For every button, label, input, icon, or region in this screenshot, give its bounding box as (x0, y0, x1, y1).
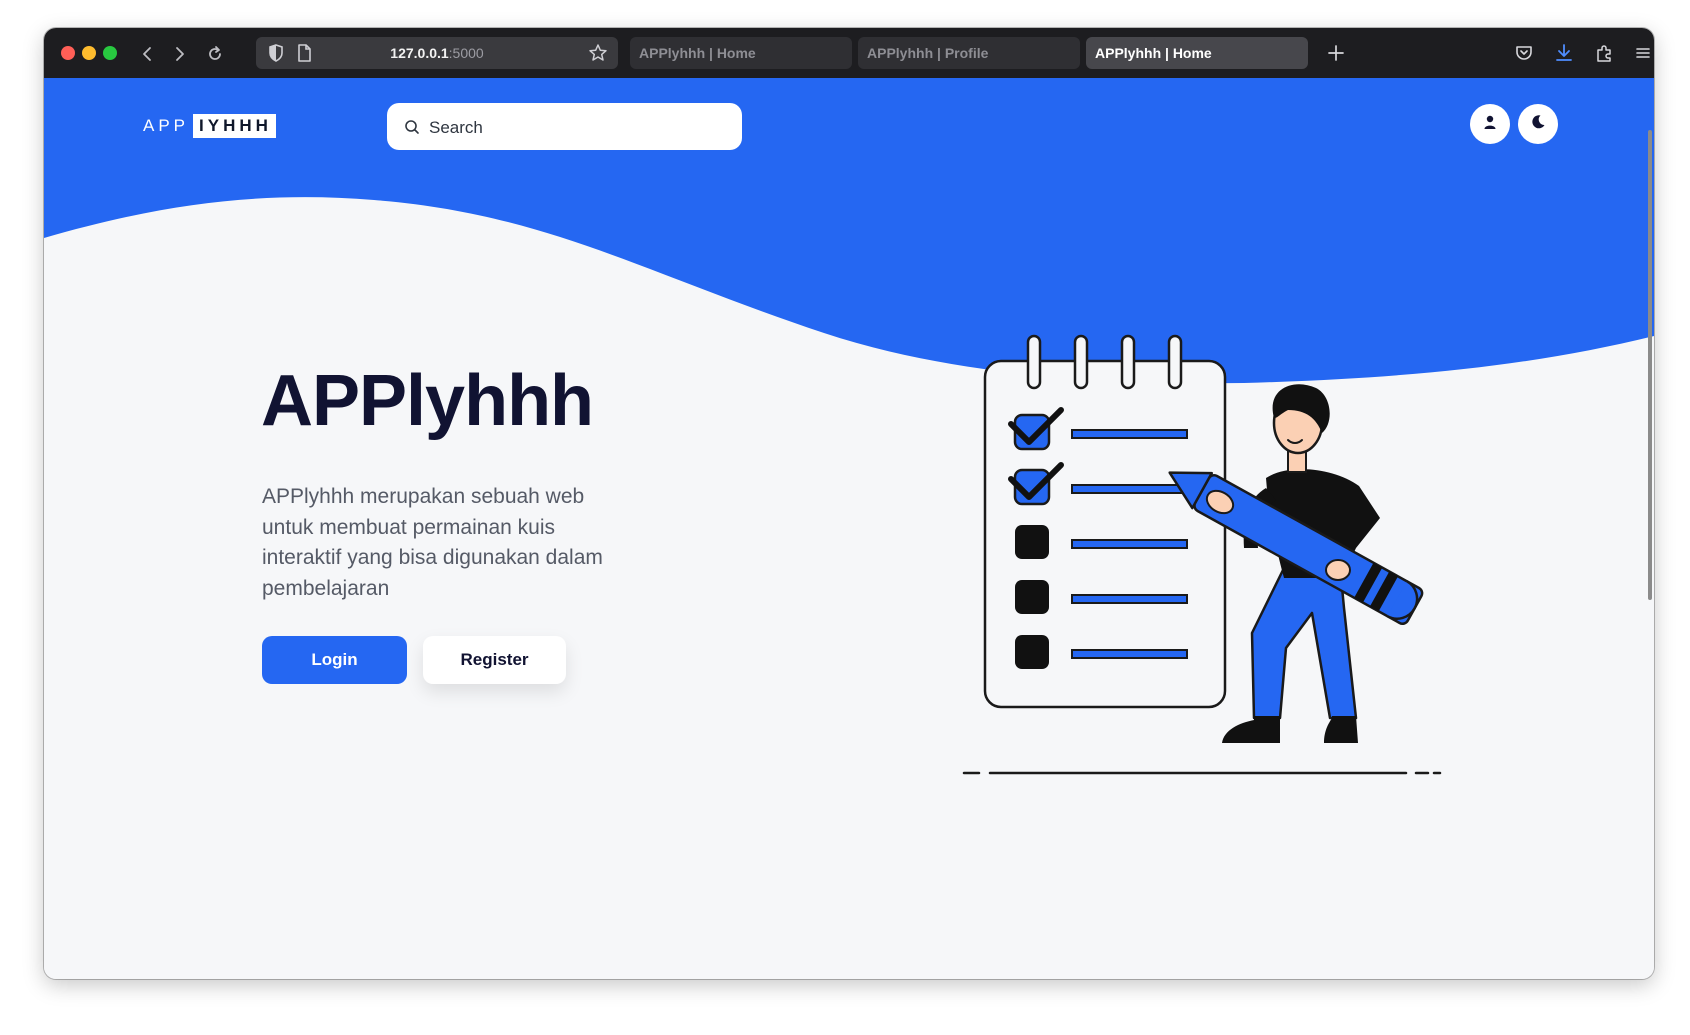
minimize-window-button[interactable] (82, 46, 96, 60)
tab-label: APPlyhhh | Home (1095, 45, 1212, 61)
page-scrollbar[interactable] (1648, 130, 1652, 600)
checklist-illustration (962, 334, 1442, 775)
tab-label: APPlyhhh | Profile (867, 45, 989, 61)
address-bar[interactable]: 127.0.0.1:5000 (256, 37, 618, 69)
extensions-icon[interactable] (1592, 41, 1616, 65)
url-port: :5000 (448, 45, 484, 61)
tab-profile[interactable]: APPlyhhh | Profile (858, 37, 1080, 69)
url-host: 127.0.0.1 (390, 45, 449, 61)
web-page: APP IYHHH APPlyhhh APPlyhhh merupakan se… (44, 78, 1654, 979)
url-text[interactable]: 127.0.0.1:5000 (256, 37, 618, 69)
tab-home-1[interactable]: APPlyhhh | Home (630, 37, 852, 69)
star-icon[interactable] (586, 41, 610, 65)
browser-window: 127.0.0.1:5000 APPlyhhh | Home APPlyhhh … (44, 28, 1654, 979)
new-tab-icon[interactable] (1324, 41, 1348, 65)
tab-label: APPlyhhh | Home (639, 45, 756, 61)
reload-icon[interactable] (202, 41, 228, 67)
zoom-window-button[interactable] (103, 46, 117, 60)
pocket-icon[interactable] (1512, 41, 1536, 65)
menu-icon[interactable] (1631, 41, 1654, 65)
close-window-button[interactable] (61, 46, 75, 60)
browser-toolbar: 127.0.0.1:5000 APPlyhhh | Home APPlyhhh … (44, 28, 1654, 78)
download-icon[interactable] (1552, 41, 1576, 65)
back-icon[interactable] (135, 41, 161, 67)
tab-home-active[interactable]: APPlyhhh | Home (1086, 37, 1308, 69)
forward-icon[interactable] (166, 41, 192, 67)
